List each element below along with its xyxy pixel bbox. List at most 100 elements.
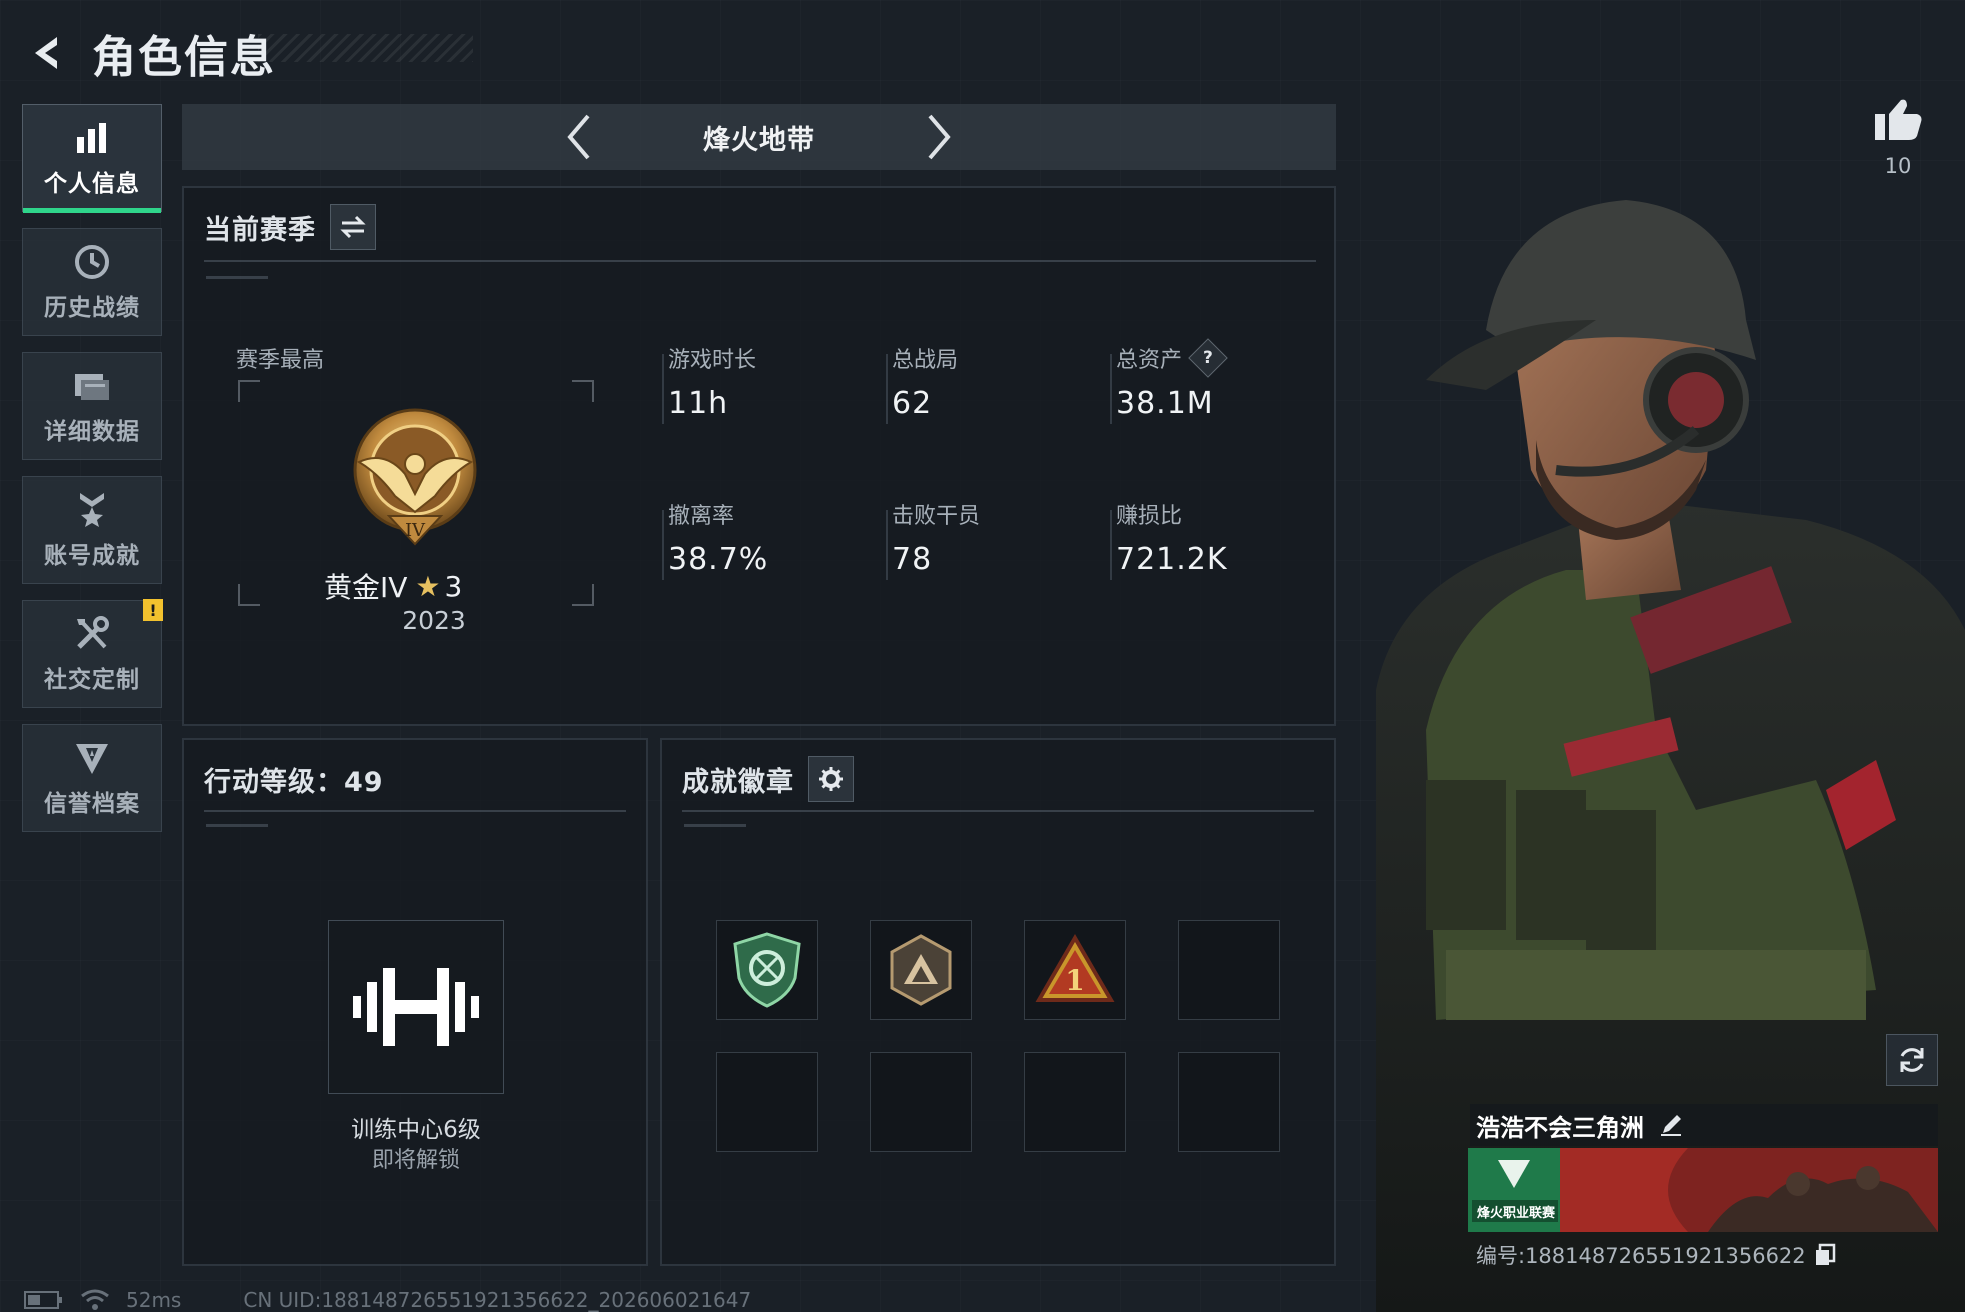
stat-label: 撤离率 (668, 504, 735, 529)
badges-title: 成就徽章 (682, 766, 794, 798)
badge-slot[interactable] (870, 920, 972, 1020)
badges-header: 成就徽章 (682, 754, 854, 804)
sidebar-item-reputation[interactable]: 信誉档案 (22, 724, 162, 832)
sidebar-item-social-custom[interactable]: ! 社交定制 (22, 599, 163, 708)
swap-icon (340, 215, 366, 239)
player-banner[interactable]: 烽火职业联赛 (1468, 1148, 1938, 1232)
rotate-icon (1900, 1048, 1924, 1072)
medal-icon (72, 490, 112, 530)
stat-value: 38.1M (1116, 386, 1214, 421)
stat-label: 游戏时长 (668, 348, 757, 373)
action-level-panel: 行动等级：49 训练中心6级 即将解锁 (182, 738, 648, 1266)
rank-name: 黄金IV (324, 571, 408, 604)
player-name: 浩浩不会三角洲 (1476, 1113, 1644, 1142)
stat-value: 38.7% (668, 542, 769, 577)
sidebar-item-label: 社交定制 (44, 667, 140, 693)
swap-season-button[interactable] (330, 204, 376, 250)
sidebar-item-label: 历史战绩 (44, 295, 140, 321)
stat-profit-loss-ratio: 赚损比 721.2K (1116, 498, 1316, 577)
action-level-header: 行动等级：49 (204, 754, 384, 804)
stat-value: 721.2K (1116, 542, 1228, 577)
player-id-row: 编号:18814872655192135662​2 (1476, 1240, 1836, 1270)
badge-slot[interactable]: 1 (1024, 920, 1126, 1020)
uid-text: CN UID:18814872655192135662​2_2026060216… (243, 1288, 752, 1312)
badge-slot-empty[interactable] (1178, 1052, 1280, 1152)
dumbbell-icon (353, 968, 479, 1046)
folder-icon (72, 366, 112, 406)
training-center-tile[interactable] (328, 920, 504, 1094)
stat-total-assets: 总资产 ? 38.1M (1116, 338, 1316, 421)
badge-settings-button[interactable] (808, 756, 854, 802)
sidebar: 个人信息 历史战绩 详细数据 账号成就 ! 社交定制 信誉档案 (22, 104, 163, 848)
divider (682, 810, 1314, 812)
gold-triangle-badge-icon: 1 (1035, 934, 1115, 1002)
stat-label: 总资产 ? (1116, 338, 1316, 378)
clock-icon (72, 242, 112, 282)
gold-rank-medal-icon: IV (345, 404, 485, 554)
page-title: 角色信息 (92, 32, 276, 83)
badge-slot-empty[interactable] (1024, 1052, 1126, 1152)
sidebar-item-label: 账号成就 (44, 543, 140, 569)
battery-icon (24, 1290, 64, 1310)
sidebar-item-label: 详细数据 (44, 419, 140, 445)
badges-panel: 成就徽章 1 (660, 738, 1336, 1266)
back-arrow-icon[interactable] (20, 26, 74, 80)
shield-icon (72, 738, 112, 778)
gear-icon (819, 767, 843, 791)
wifi-icon (80, 1288, 114, 1312)
copy-icon[interactable] (1814, 1243, 1836, 1267)
like-block: 10 (1870, 96, 1926, 178)
star-icon: ★ (415, 569, 441, 603)
action-level-title: 行动等级：49 (204, 766, 384, 798)
season-panel-header: 当前赛季 (204, 202, 376, 252)
mode-name: 烽火地带 (703, 124, 815, 156)
badge-slot-empty[interactable] (870, 1052, 972, 1152)
sidebar-item-achievements[interactable]: 账号成就 (22, 476, 162, 584)
unlock-title: 训练中心6级 (351, 1117, 481, 1143)
chevron-left-icon[interactable] (549, 107, 609, 167)
sidebar-item-personal-info[interactable]: 个人信息 (22, 104, 162, 213)
badge-slot-empty[interactable] (716, 1052, 818, 1152)
stat-label: 总战局 (892, 348, 959, 373)
badge-slot-empty[interactable] (1178, 920, 1280, 1020)
title-decoration (258, 34, 473, 62)
svg-text:1: 1 (1065, 964, 1084, 997)
stat-label-text: 总资产 (1116, 348, 1183, 373)
bronze-hex-badge-icon (890, 934, 952, 1006)
like-count: 10 (1884, 154, 1912, 178)
rank-display: 黄金IV ★ 3 (324, 566, 604, 606)
stat-operators-defeated: 击败干员 78 (892, 498, 1092, 577)
green-shield-badge-icon (733, 932, 801, 1008)
stat-total-matches: 总战局 62 (892, 342, 1092, 421)
stat-label: 赚损比 (1116, 504, 1183, 529)
stat-value: 11h (668, 386, 729, 421)
divider-tick (206, 276, 268, 279)
unlock-status: 即将解锁 (371, 1148, 460, 1173)
season-highest-label: 赛季最高 (236, 348, 325, 373)
player-id: 编号:18814872655192135662​2 (1476, 1244, 1806, 1268)
stat-extraction-rate: 撤离率 38.7% (668, 498, 868, 577)
season-panel: 当前赛季 赛季最高 IV 黄金IV ★ 3 2023 游戏时长 11h 总战局 … (182, 186, 1336, 726)
sidebar-item-label: 个人信息 (44, 171, 140, 197)
sidebar-item-history[interactable]: 历史战绩 (22, 228, 162, 336)
rotate-model-button[interactable] (1886, 1034, 1938, 1086)
chevron-right-icon[interactable] (909, 107, 969, 167)
divider (204, 810, 626, 812)
season-title: 当前赛季 (204, 214, 316, 246)
help-icon[interactable]: ? (1188, 338, 1228, 378)
divider (204, 260, 1316, 262)
divider-tick (206, 824, 268, 827)
edit-pencil-icon[interactable] (1656, 1110, 1686, 1140)
sidebar-item-label: 信誉档案 (44, 791, 140, 817)
sidebar-item-detailed-data[interactable]: 详细数据 (22, 352, 162, 460)
svg-text:IV: IV (405, 520, 426, 541)
warning-badge: ! (143, 599, 163, 621)
banner-text: 烽火职业联赛 (1476, 1206, 1555, 1221)
thumbs-up-icon[interactable] (1870, 96, 1926, 146)
mode-selector: 烽火地带 (182, 104, 1336, 170)
stat-value: 62 (892, 386, 933, 421)
stat-value: 78 (892, 542, 933, 577)
stat-label: 击败干员 (892, 504, 981, 529)
latency-text: 52ms (126, 1288, 182, 1312)
badge-slot[interactable] (716, 920, 818, 1020)
